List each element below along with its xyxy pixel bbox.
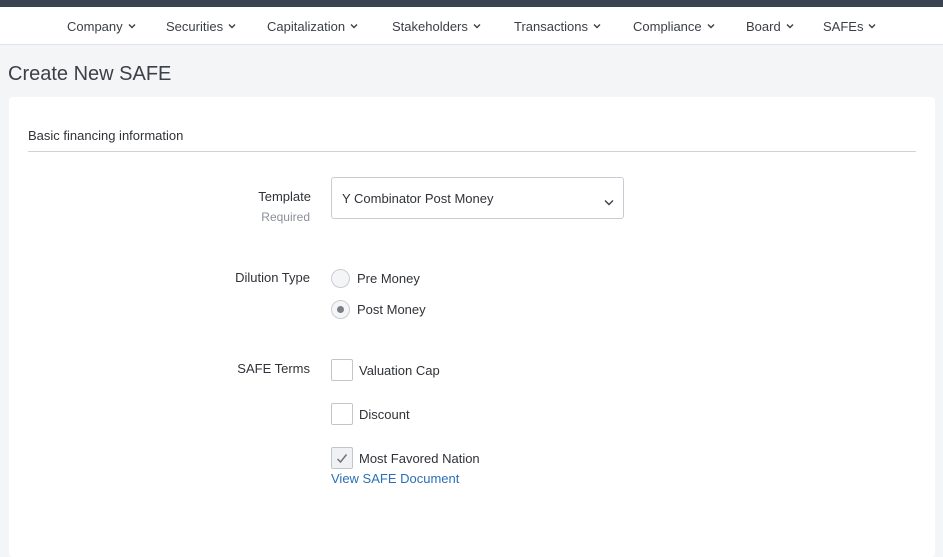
section-title: Basic financing information: [28, 128, 184, 143]
view-safe-document-link[interactable]: View SAFE Document: [331, 471, 459, 486]
nav-item-label: Securities: [166, 18, 224, 34]
chevron-down-icon: [868, 23, 876, 29]
nav-item-board[interactable]: Board: [746, 7, 794, 45]
checkbox-label: Valuation Cap: [359, 362, 440, 378]
nav-item-label: Capitalization: [267, 18, 346, 34]
template-required-hint: Required: [261, 210, 310, 224]
nav-item-company[interactable]: Company: [67, 7, 136, 45]
nav-item-securities[interactable]: Securities: [166, 7, 236, 45]
radio-button-selected[interactable]: [331, 300, 350, 319]
radio-button[interactable]: [331, 269, 350, 288]
template-select-value: Y Combinator Post Money: [342, 190, 494, 206]
nav-item-safes[interactable]: SAFEs: [823, 7, 876, 45]
safe-terms-label: SAFE Terms: [237, 361, 310, 376]
checkbox[interactable]: [331, 403, 353, 425]
check-icon: [336, 453, 348, 463]
dilution-option-pre-money[interactable]: Pre Money: [331, 269, 420, 288]
chevron-down-icon: [786, 23, 794, 29]
nav-item-label: SAFEs: [823, 18, 864, 34]
checkbox-checked[interactable]: [331, 447, 353, 469]
term-option-most-favored-nation[interactable]: Most Favored Nation: [331, 447, 480, 469]
nav-item-label: Transactions: [514, 18, 588, 34]
chevron-down-icon: [604, 194, 614, 209]
radio-label: Post Money: [357, 302, 426, 317]
term-option-valuation-cap[interactable]: Valuation Cap: [331, 359, 440, 381]
top-accent-bar: [0, 0, 943, 7]
nav-item-label: Compliance: [633, 18, 702, 34]
nav-item-label: Company: [67, 18, 123, 34]
chevron-down-icon: [228, 23, 236, 29]
chevron-down-icon: [350, 23, 358, 29]
term-option-discount[interactable]: Discount: [331, 403, 410, 425]
nav-item-label: Stakeholders: [392, 18, 468, 34]
main-nav: Company Securities Capitalization Stakeh…: [0, 7, 943, 45]
radio-label: Pre Money: [357, 271, 420, 286]
radio-dot-icon: [337, 306, 344, 313]
form-card: Basic financing information Template Req…: [9, 97, 935, 557]
nav-item-label: Board: [746, 18, 781, 34]
nav-item-compliance[interactable]: Compliance: [633, 7, 715, 45]
page-title: Create New SAFE: [8, 63, 172, 85]
chevron-down-icon: [593, 23, 601, 29]
section-divider: [28, 151, 916, 152]
dilution-option-post-money[interactable]: Post Money: [331, 300, 426, 319]
template-label: Template: [258, 189, 311, 204]
nav-item-capitalization[interactable]: Capitalization: [267, 7, 358, 45]
template-select[interactable]: Y Combinator Post Money: [331, 177, 624, 219]
chevron-down-icon: [473, 23, 481, 29]
checkbox[interactable]: [331, 359, 353, 381]
nav-item-transactions[interactable]: Transactions: [514, 7, 601, 45]
nav-item-stakeholders[interactable]: Stakeholders: [392, 7, 481, 45]
dilution-type-label: Dilution Type: [235, 270, 310, 285]
checkbox-label: Discount: [359, 406, 410, 422]
checkbox-label: Most Favored Nation: [359, 450, 480, 466]
chevron-down-icon: [707, 23, 715, 29]
chevron-down-icon: [128, 23, 136, 29]
